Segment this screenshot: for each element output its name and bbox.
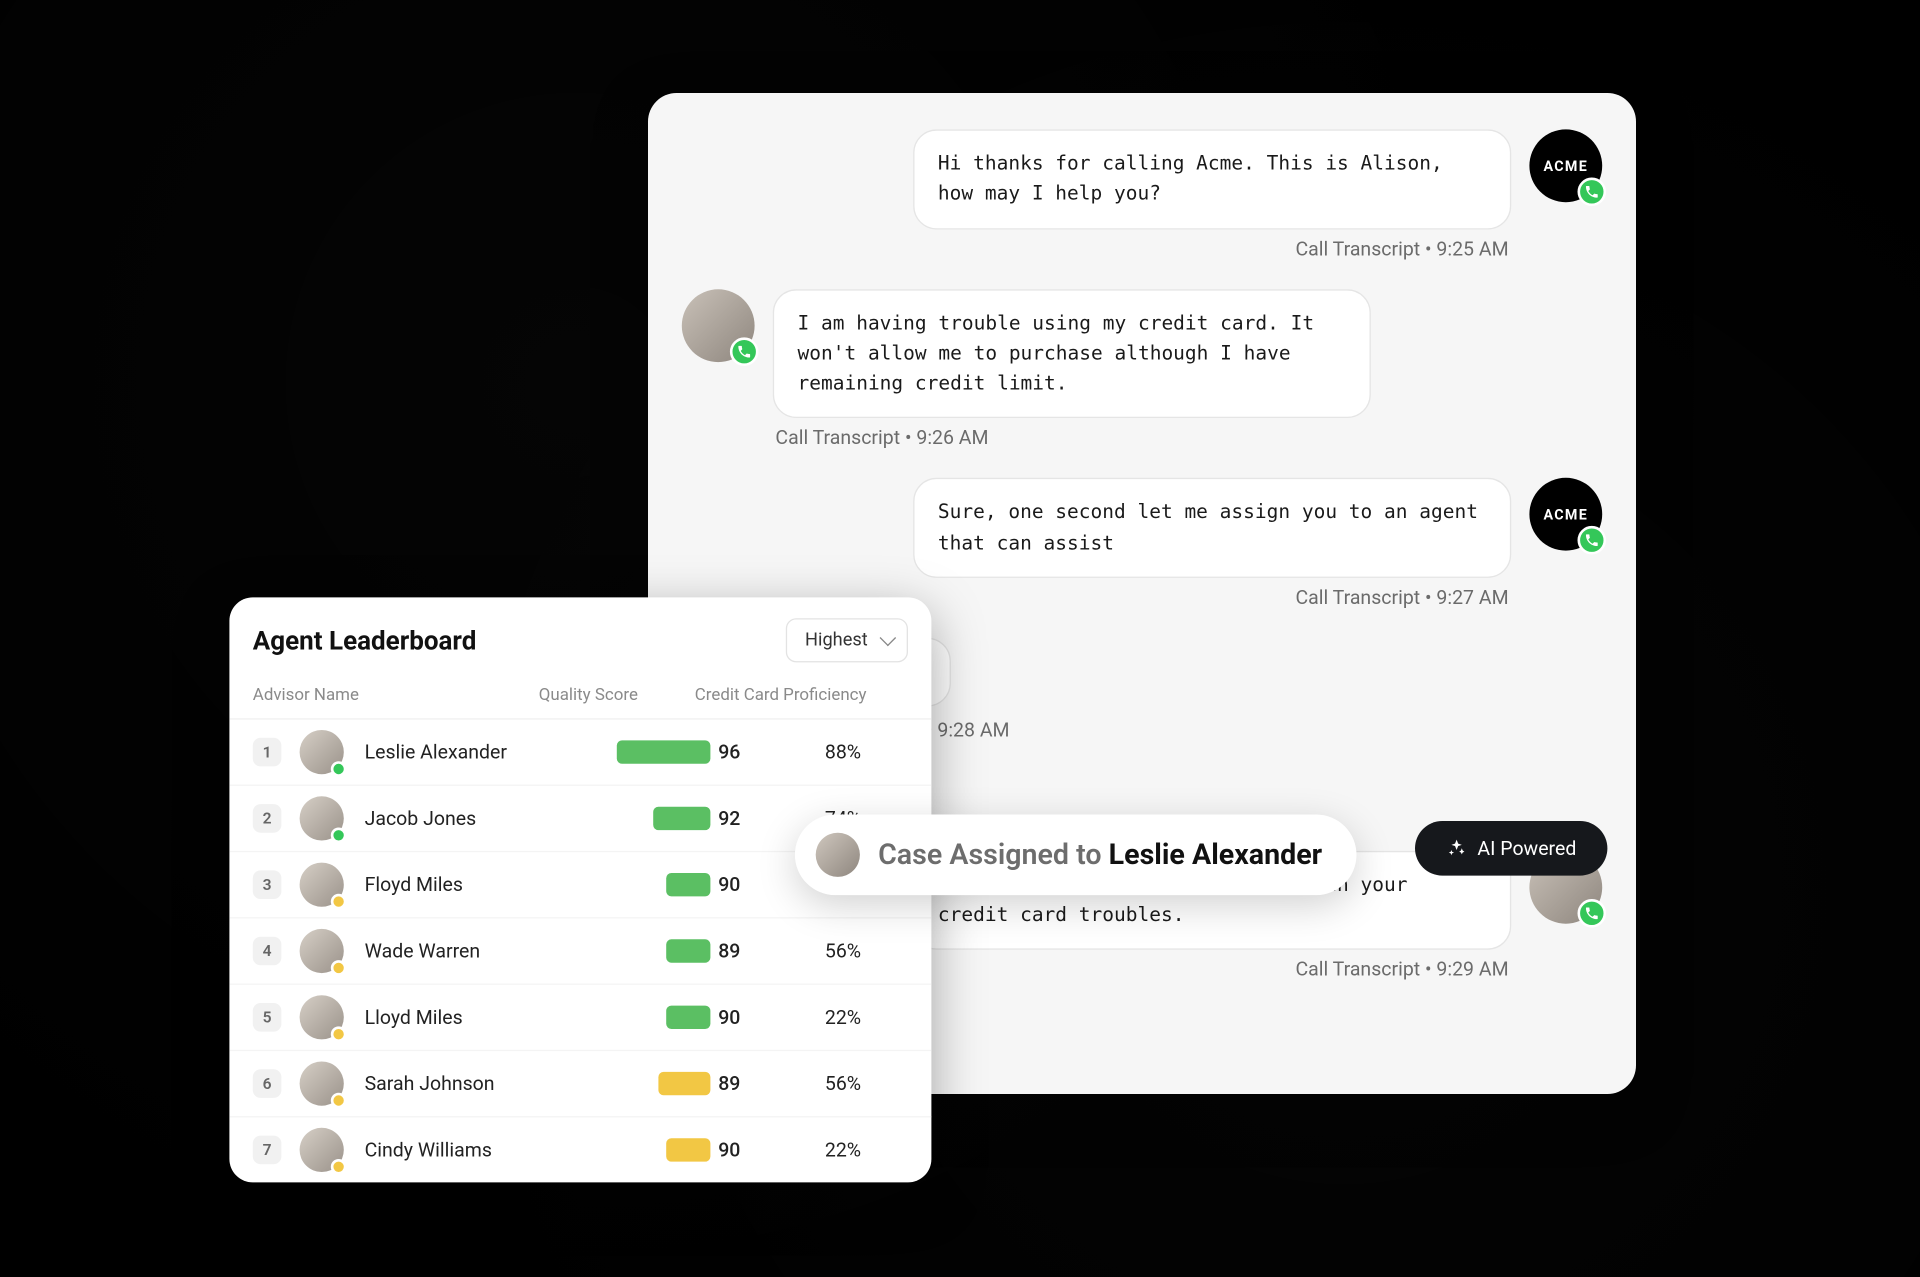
status-dot — [331, 893, 347, 909]
score-bar — [658, 1071, 710, 1094]
case-assigned-prefix: Case Assigned to — [878, 838, 1109, 871]
acme-avatar: ACME — [1529, 129, 1602, 202]
status-dot — [331, 960, 347, 976]
status-dot — [331, 1159, 347, 1175]
leaderboard-title: Agent Leaderboard — [253, 624, 477, 655]
message-meta: Call Transcript • 9:25 AM — [682, 236, 1509, 259]
status-dot — [331, 1026, 347, 1042]
status-dot — [331, 827, 347, 843]
quality-score: 96 — [718, 740, 770, 763]
proficiency-value: 56% — [778, 1071, 908, 1094]
quality-score: 90 — [718, 1005, 770, 1028]
case-assigned-text: Case Assigned to Leslie Alexander — [878, 838, 1322, 871]
avatar — [300, 928, 344, 972]
quality-score: 92 — [718, 806, 770, 829]
score-bar — [666, 873, 710, 896]
avatar — [300, 862, 344, 906]
score-bar — [666, 1005, 710, 1028]
message-row: Hi thanks for calling Acme. This is Alis… — [682, 129, 1602, 228]
case-assigned-name: Leslie Alexander — [1109, 838, 1322, 871]
phone-icon — [730, 336, 759, 365]
score-bar — [666, 939, 710, 962]
avatar — [300, 796, 344, 840]
avatar — [300, 995, 344, 1039]
rank-badge: 3 — [253, 870, 282, 899]
avatar — [300, 730, 344, 774]
rank-badge: 4 — [253, 936, 282, 965]
table-row[interactable]: 1 Leslie Alexander 96 88% — [229, 719, 931, 785]
message-bubble: I am having trouble using my credit card… — [773, 288, 1371, 418]
sort-dropdown-label: Highest — [805, 629, 868, 650]
advisor-name: Cindy Williams — [365, 1138, 573, 1161]
message-bubble: Hi thanks for calling Acme. This is Alis… — [913, 129, 1511, 228]
advisor-name: Sarah Johnson — [365, 1071, 573, 1094]
table-row[interactable]: 4 Wade Warren 89 56% — [229, 918, 931, 984]
avatar — [300, 1127, 344, 1171]
avatar — [816, 832, 860, 876]
message-row: I am having trouble using my credit card… — [682, 288, 1602, 418]
column-header-proficiency: Credit Card Proficiency — [695, 685, 908, 705]
score-bar — [617, 740, 711, 763]
status-dot — [331, 1092, 347, 1108]
phone-icon — [1578, 526, 1607, 555]
ai-powered-badge: AI Powered — [1415, 821, 1608, 876]
rank-badge: 6 — [253, 1069, 282, 1098]
advisor-name: Wade Warren — [365, 939, 573, 962]
status-dot — [331, 761, 347, 777]
quality-score: 90 — [718, 873, 770, 896]
phone-icon — [1578, 898, 1607, 927]
case-assigned-pill: Case Assigned to Leslie Alexander — [795, 814, 1356, 895]
quality-score: 89 — [718, 1071, 770, 1094]
advisor-name: Leslie Alexander — [365, 740, 573, 763]
ai-powered-label: AI Powered — [1477, 836, 1576, 859]
phone-icon — [1578, 177, 1607, 206]
customer-avatar — [682, 288, 755, 361]
rank-badge: 1 — [253, 737, 282, 766]
rank-badge: 5 — [253, 1002, 282, 1031]
avatar — [300, 1061, 344, 1105]
proficiency-value: 88% — [778, 740, 908, 763]
table-row[interactable]: 7 Cindy Williams 90 22% — [229, 1117, 931, 1182]
acme-avatar: ACME — [1529, 478, 1602, 551]
advisor-name: Floyd Miles — [365, 873, 573, 896]
score-bar — [666, 1138, 710, 1161]
score-bar — [653, 806, 710, 829]
message-bubble: Sure, one second let me assign you to an… — [913, 478, 1511, 577]
rank-badge: 2 — [253, 804, 282, 833]
quality-score: 89 — [718, 939, 770, 962]
table-row[interactable]: 5 Lloyd Miles 90 22% — [229, 984, 931, 1050]
sparkle-icon — [1446, 837, 1467, 858]
advisor-name: Lloyd Miles — [365, 1005, 573, 1028]
proficiency-value: 22% — [778, 1005, 908, 1028]
message-meta: Call Transcript • 9:26 AM — [775, 426, 1602, 449]
advisor-name: Jacob Jones — [365, 806, 573, 829]
proficiency-value: 56% — [778, 939, 908, 962]
proficiency-value: 22% — [778, 1138, 908, 1161]
table-row[interactable]: 6 Sarah Johnson 89 56% — [229, 1051, 931, 1117]
quality-score: 90 — [718, 1138, 770, 1161]
sort-dropdown[interactable]: Highest — [786, 618, 908, 662]
column-header-name: Advisor Name — [253, 685, 513, 705]
rank-badge: 7 — [253, 1135, 282, 1164]
column-header-score: Quality Score — [513, 685, 695, 705]
message-meta: anscript • 9:28 AM — [851, 717, 1602, 740]
message-row: Sure, one second let me assign you to an… — [682, 478, 1602, 577]
